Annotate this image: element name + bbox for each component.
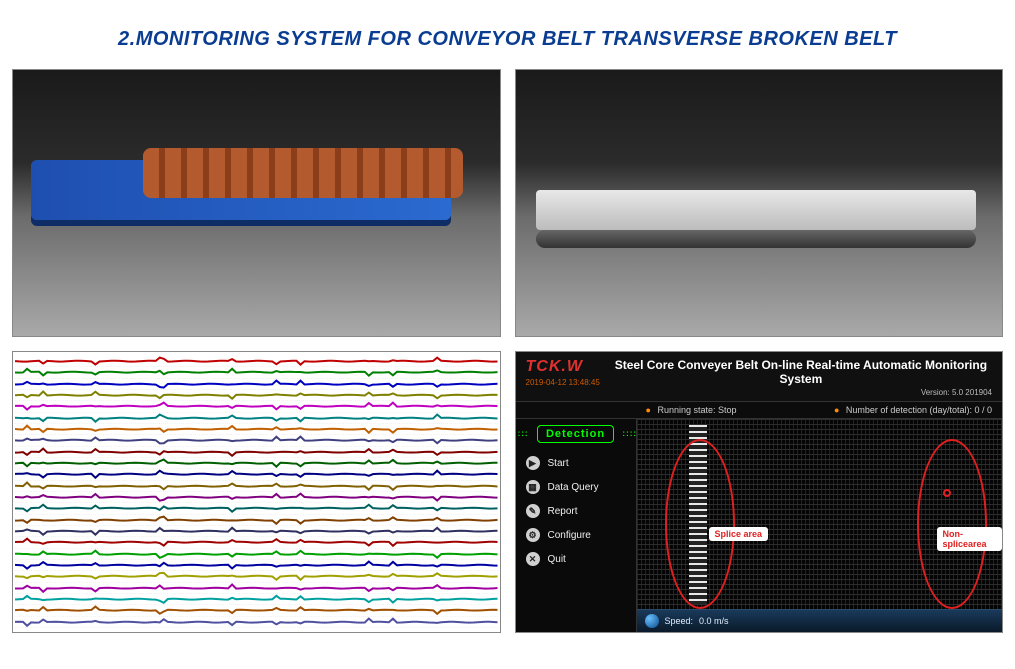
globe-icon bbox=[645, 614, 659, 628]
monitor-footer: Speed: 0.0 m/s bbox=[637, 609, 1003, 632]
logo-text: TCK.W bbox=[526, 358, 600, 376]
waveform-trace bbox=[15, 560, 498, 571]
menu-item-label: Quit bbox=[548, 554, 566, 565]
waveform-trace bbox=[15, 356, 498, 367]
waveform-chart bbox=[12, 351, 501, 633]
page-title: 2.MONITORING SYSTEM FOR CONVEYOR BELT TR… bbox=[0, 0, 1015, 69]
waveform-trace bbox=[15, 537, 498, 548]
status-dot-icon: ● bbox=[646, 405, 651, 415]
splice-area-ellipse bbox=[665, 439, 735, 609]
running-state-value: Stop bbox=[718, 405, 737, 415]
report-icon: ✎ bbox=[526, 504, 540, 518]
photo-sensor-assembly-blue bbox=[12, 69, 501, 337]
menu-item-report[interactable]: ✎ Report bbox=[522, 499, 630, 523]
waveform-trace bbox=[15, 424, 498, 435]
waveform-trace bbox=[15, 367, 498, 378]
waveform-trace bbox=[15, 605, 498, 616]
waveform-trace bbox=[15, 503, 498, 514]
configure-icon: ⚙ bbox=[526, 528, 540, 542]
waveform-trace bbox=[15, 435, 498, 446]
waveform-trace bbox=[15, 526, 498, 537]
menu-item-start[interactable]: ▶ Start bbox=[522, 451, 630, 475]
monitor-title-block: Steel Core Conveyer Belt On-line Real-ti… bbox=[610, 358, 992, 397]
monitoring-software-window: TCK.W 2019-04-12 13:48:45 Steel Core Con… bbox=[515, 351, 1004, 633]
menu-item-label: Data Query bbox=[548, 482, 599, 493]
running-state: ● Running state: Stop bbox=[646, 405, 737, 415]
monitor-status-bar: ● Running state: Stop ● Number of detect… bbox=[516, 401, 1003, 419]
waveform-trace bbox=[15, 390, 498, 401]
waveform-trace bbox=[15, 617, 498, 628]
monitor-sidebar: Detection ▶ Start ▦ Data Query ✎ Report ⚙ Confi… bbox=[516, 419, 636, 632]
waveform-trace bbox=[15, 549, 498, 560]
menu-item-label: Start bbox=[548, 458, 569, 469]
waveform-trace bbox=[15, 515, 498, 526]
monitor-title: Steel Core Conveyer Belt On-line Real-ti… bbox=[610, 358, 992, 386]
speed-label: Speed: bbox=[665, 616, 694, 626]
waveform-trace bbox=[15, 401, 498, 412]
monitor-version: Version: 5.0 201904 bbox=[610, 388, 992, 397]
data-query-icon: ▦ bbox=[526, 480, 540, 494]
monitor-logo-block: TCK.W 2019-04-12 13:48:45 bbox=[526, 358, 600, 387]
detection-count-label: Number of detection (day/total): bbox=[846, 405, 972, 415]
waveform-trace bbox=[15, 492, 498, 503]
image-grid: TCK.W 2019-04-12 13:48:45 Steel Core Con… bbox=[0, 69, 1015, 633]
menu-item-data-query[interactable]: ▦ Data Query bbox=[522, 475, 630, 499]
waveform-trace bbox=[15, 447, 498, 458]
splice-area-label: Splice area bbox=[709, 527, 769, 541]
waveform-trace bbox=[15, 379, 498, 390]
monitor-header: TCK.W 2019-04-12 13:48:45 Steel Core Con… bbox=[516, 352, 1003, 401]
status-dot-icon: ● bbox=[834, 405, 839, 415]
sidebar-menu: ▶ Start ▦ Data Query ✎ Report ⚙ Configure ✕ Quit bbox=[522, 451, 630, 571]
belt-scan-canvas: Splice area Non-splicearea Speed: 0.0 m/… bbox=[636, 419, 1003, 632]
timestamp-text: 2019-04-12 13:48:45 bbox=[526, 378, 600, 387]
nonsplice-area-label: Non-splicearea bbox=[937, 527, 1003, 551]
running-state-label: Running state: bbox=[657, 405, 715, 415]
photo-sensor-assembly-silver bbox=[515, 69, 1004, 337]
quit-icon: ✕ bbox=[526, 552, 540, 566]
menu-item-label: Configure bbox=[548, 530, 591, 541]
waveform-trace bbox=[15, 481, 498, 492]
waveform-trace bbox=[15, 583, 498, 594]
waveform-trace bbox=[15, 571, 498, 582]
menu-item-configure[interactable]: ⚙ Configure bbox=[522, 523, 630, 547]
detection-count: ● Number of detection (day/total): 0 / 0 bbox=[834, 405, 992, 415]
detection-section-label: Detection bbox=[537, 425, 614, 443]
nonsplice-area-ellipse bbox=[917, 439, 987, 609]
monitor-body: Detection ▶ Start ▦ Data Query ✎ Report ⚙ Confi… bbox=[516, 419, 1003, 632]
start-icon: ▶ bbox=[526, 456, 540, 470]
waveform-trace bbox=[15, 413, 498, 424]
defect-marker-icon bbox=[943, 489, 951, 497]
menu-item-quit[interactable]: ✕ Quit bbox=[522, 547, 630, 571]
menu-item-label: Report bbox=[548, 506, 578, 517]
waveform-trace bbox=[15, 458, 498, 469]
detection-count-value: 0 / 0 bbox=[974, 405, 992, 415]
speed-value: 0.0 m/s bbox=[699, 616, 729, 626]
waveform-trace bbox=[15, 594, 498, 605]
waveform-trace bbox=[15, 469, 498, 480]
